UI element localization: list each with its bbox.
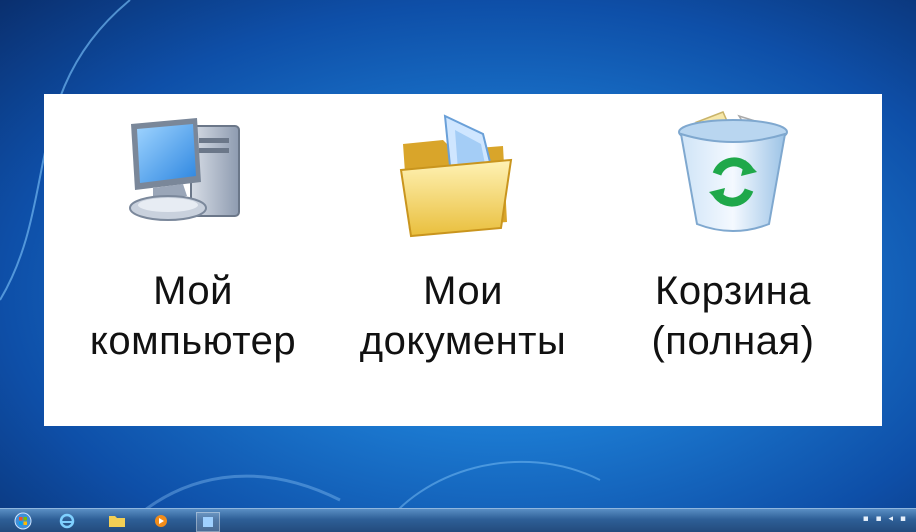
desktop-icon-my-documents[interactable]: Мои документы [333, 104, 593, 366]
explorer-folder-icon[interactable] [106, 512, 128, 530]
label-line: (полная) [651, 319, 815, 363]
label-line: компьютер [89, 319, 297, 363]
label-line: Корзина [655, 269, 811, 313]
my-computer-icon [129, 118, 240, 221]
recycle-bin-full-icon [678, 111, 788, 232]
media-player-icon[interactable] [150, 512, 172, 530]
desktop-icon-label: Мои документы [360, 266, 567, 366]
label-line: Мой [153, 269, 233, 313]
desktop-icon-label: Мой компьютер [90, 266, 296, 366]
app-icon[interactable] [196, 512, 220, 532]
system-tray[interactable]: ▪ ▪ ◂ ▪ [863, 514, 908, 524]
desktop-icon-label: Корзина (полная) [651, 266, 814, 366]
start-orb-icon[interactable] [12, 512, 34, 530]
internet-explorer-icon[interactable] [56, 512, 78, 530]
label-line: документы [359, 319, 567, 363]
desktop: Мой компьютер Мои документы Корзина (пол… [0, 0, 916, 532]
desktop-icon-recycle-bin[interactable]: Корзина (полная) [603, 104, 863, 366]
my-documents-icon [399, 114, 513, 238]
label-line: Мои [423, 269, 503, 313]
desktop-icon-my-computer[interactable]: Мой компьютер [63, 104, 323, 366]
desktop-icons-panel: Мой компьютер Мои документы Корзина (пол… [44, 94, 882, 426]
tray-icons: ▪ ▪ ◂ ▪ [862, 514, 908, 524]
taskbar: ▪ ▪ ◂ ▪ [0, 508, 916, 532]
